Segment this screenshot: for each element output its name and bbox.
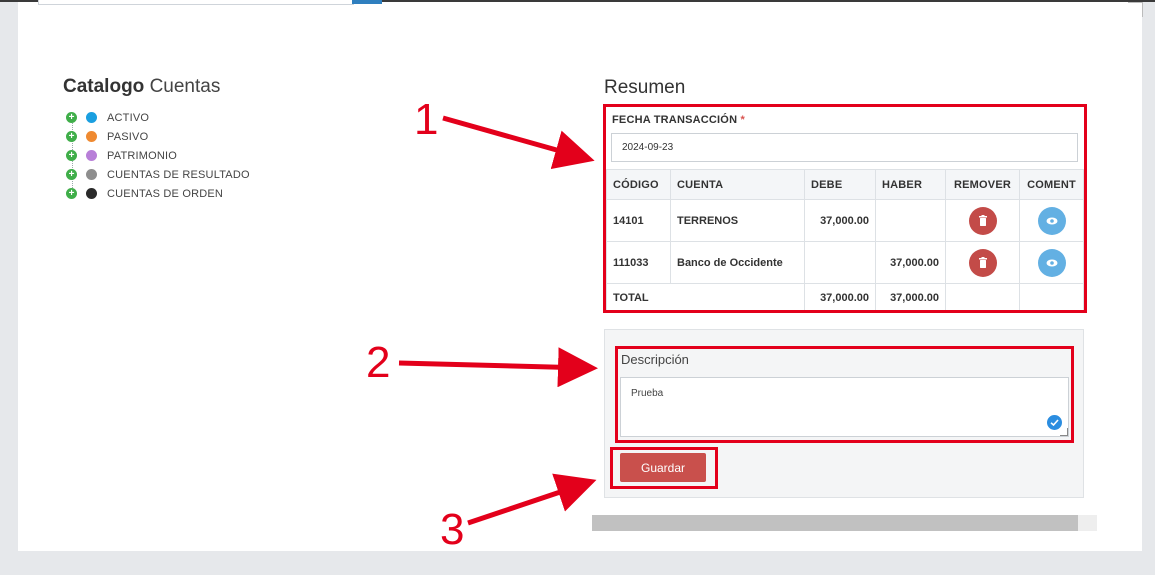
annotation-number-2: 2	[366, 338, 391, 387]
annotation-number-1: 1	[414, 95, 439, 144]
annotation-arrows	[398, 115, 598, 526]
annotation-number-3: 3	[440, 505, 465, 554]
